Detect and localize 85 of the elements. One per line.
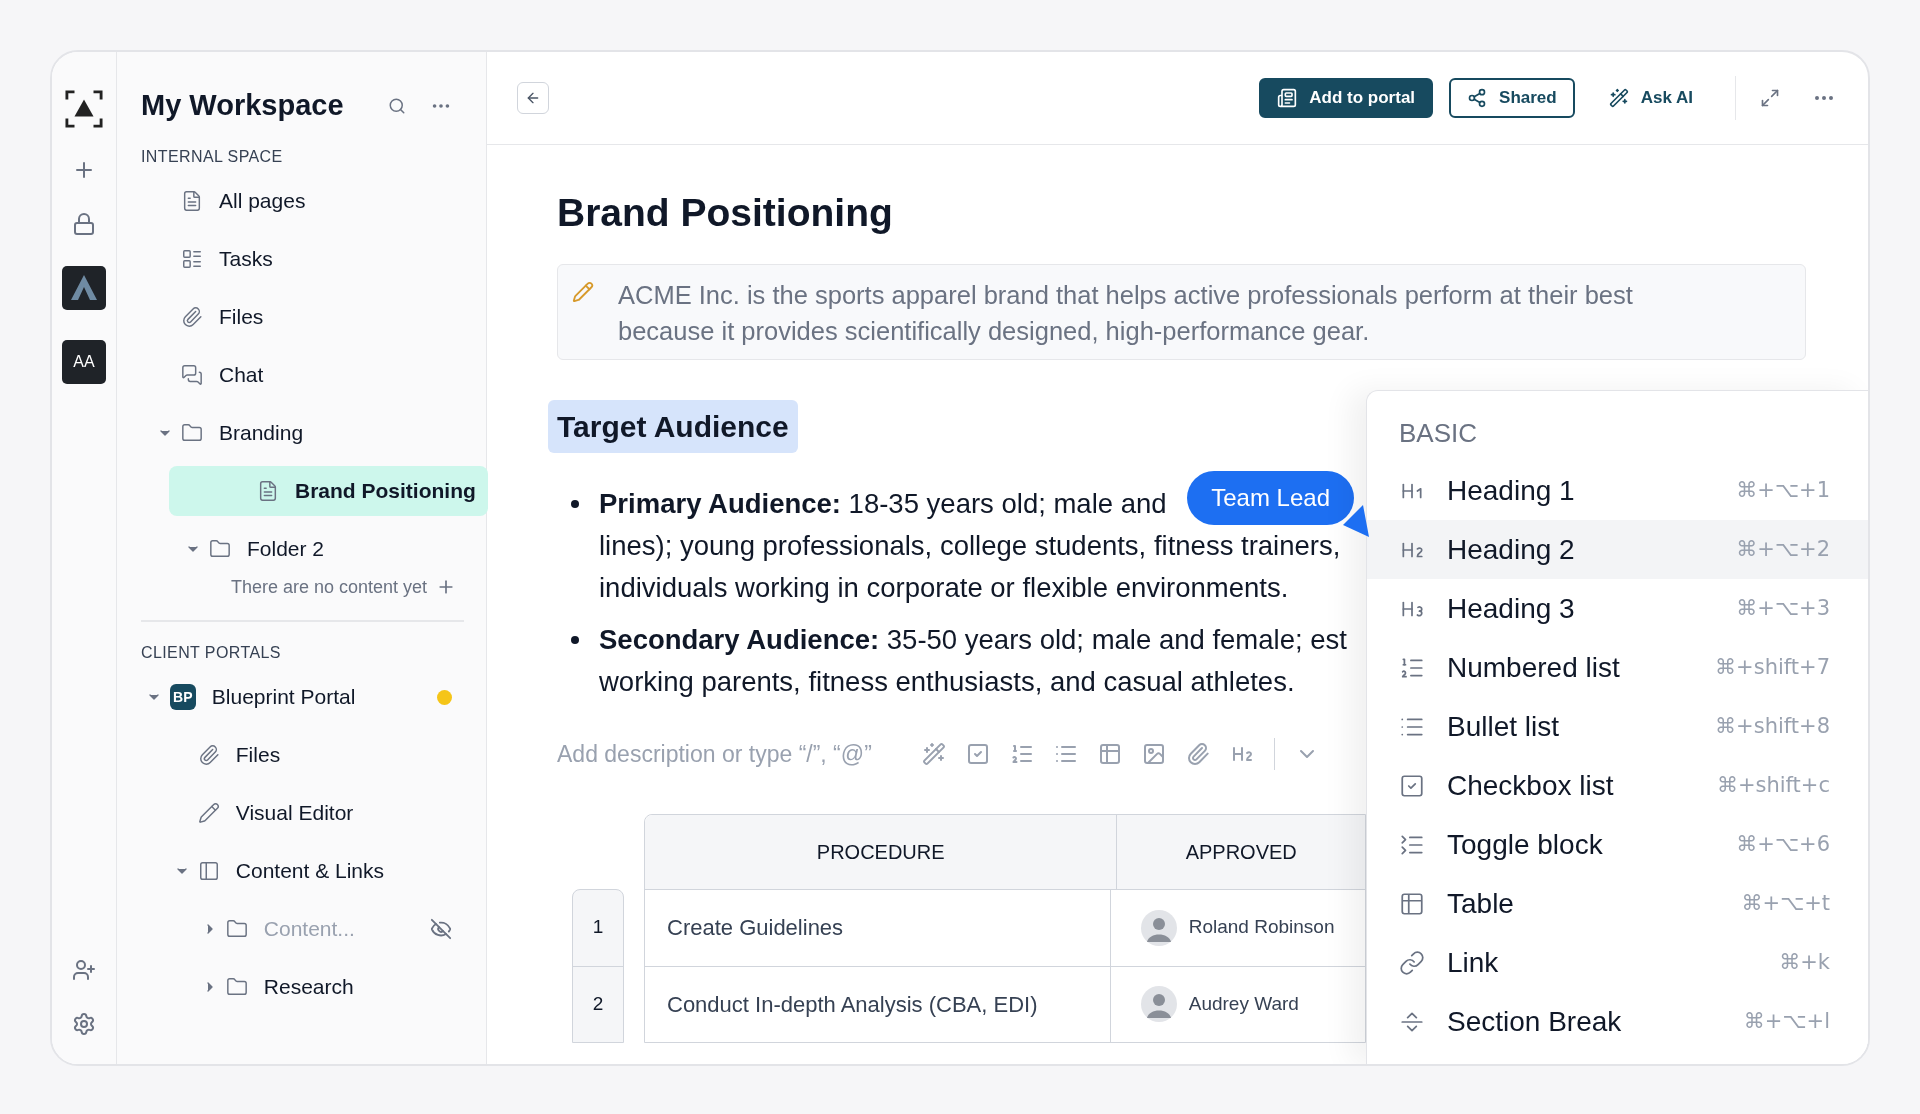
folder-icon	[209, 538, 231, 560]
callout-text: ACME Inc. is the sports apparel brand that helps active professionals perform at their best because it provides scientifically designed, high-performance gear.	[618, 280, 1634, 347]
empty-note: There are no content yet	[231, 575, 428, 599]
nav-item[interactable]: BP Blueprint Portal	[141, 672, 464, 722]
menu-item[interactable]: Checkbox list ⌘+shift+c	[1367, 756, 1868, 815]
menu-item[interactable]: Toggle block ⌘+⌥+6	[1367, 815, 1868, 874]
chat-icon	[181, 364, 203, 386]
magic-wand-icon[interactable]	[922, 742, 946, 767]
approver-name: Audrey Ward	[1188, 991, 1299, 1016]
nav-item[interactable]: Tasks	[153, 234, 464, 284]
workspace-title: My Workspace	[141, 88, 344, 124]
action-button[interactable]: Add to portal	[1259, 78, 1434, 118]
avatar-icon	[1140, 909, 1177, 946]
menu-item[interactable]: Heading 2 ⌘+⌥+2	[1367, 520, 1868, 579]
menu-item[interactable]: Link ⌘+k	[1367, 933, 1868, 992]
description-field[interactable]: Add description or type “/”, “@”	[557, 737, 902, 772]
nav-item[interactable]: All pages	[153, 176, 464, 226]
nav-item[interactable]: Visual Editor	[169, 788, 464, 838]
logo-icon[interactable]	[65, 90, 103, 128]
document-title: Brand Positioning	[557, 189, 894, 236]
tasks-icon	[181, 248, 203, 270]
attachment-icon[interactable]	[1186, 742, 1210, 767]
bullet-text: working parents, fitness enthusiasts, and casual athletes.	[599, 665, 1295, 699]
approver-name: Roland Robinson	[1188, 915, 1335, 940]
column-header: APPROVED	[1184, 839, 1298, 865]
nav-item[interactable]: Branding	[153, 408, 464, 458]
folder-icon	[225, 976, 248, 998]
nav-item[interactable]: Chat	[153, 350, 464, 400]
bullet-icon	[571, 636, 579, 644]
share-icon	[1467, 88, 1488, 108]
table-cell: Conduct In-depth Analysis (CBA, EDI)	[645, 966, 1111, 1042]
magic-wand-icon	[1608, 88, 1629, 108]
menu-item[interactable]: Section Break ⌘+⌥+l	[1367, 992, 1868, 1051]
bullet-text: Secondary Audience: 35-50 years old; male and female; est	[599, 623, 1347, 657]
menu-heading: BASIC	[1398, 416, 1479, 450]
section-heading: INTERNAL SPACE	[141, 147, 284, 167]
pencil-icon	[197, 802, 220, 824]
page-icon	[181, 190, 203, 212]
nav-item[interactable]: Content & Links	[169, 846, 464, 896]
app-icon[interactable]	[62, 266, 106, 310]
nav-item[interactable]: Folder 2	[181, 524, 464, 574]
bullet-text: individuals working in corporate or flexible environments.	[599, 571, 1289, 605]
row-number: 2	[573, 965, 623, 1042]
section-heading: CLIENT PORTALS	[141, 643, 282, 663]
menu-item[interactable]: Table ⌘+⌥+t	[1367, 874, 1868, 933]
files-icon	[197, 744, 220, 766]
avatar-icon	[1140, 986, 1177, 1022]
nav-item[interactable]: Files	[169, 730, 464, 780]
settings-icon[interactable]	[72, 1012, 96, 1036]
pencil-icon	[572, 281, 594, 303]
section-heading: Target Audience	[548, 400, 798, 453]
portal-badge: BP	[169, 684, 196, 710]
files-icon	[181, 306, 203, 328]
table-cell: Create Guidelines	[645, 889, 1111, 966]
search-icon[interactable]	[388, 97, 406, 115]
bullet-text: lines); young professionals, college students, fitness trainers,	[599, 529, 1341, 563]
table-icon[interactable]	[1098, 742, 1122, 767]
cursor-icon	[1341, 503, 1371, 539]
newspaper-icon	[1277, 88, 1298, 108]
menu-item[interactable]: Heading 3 ⌘+⌥+3	[1367, 579, 1868, 638]
menu-item[interactable]: Numbered list ⌘+shift+7	[1367, 638, 1868, 697]
table-icon	[1399, 890, 1425, 917]
cursor-label: Team Lead	[1187, 471, 1354, 525]
action-button[interactable]: Shared	[1449, 78, 1575, 118]
page-icon	[257, 480, 279, 502]
folder-icon	[225, 918, 248, 940]
bullet-icon	[571, 500, 579, 508]
image-icon[interactable]	[1142, 742, 1166, 767]
back-button[interactable]	[517, 82, 549, 114]
nav-item[interactable]: Brand Positioning	[169, 466, 488, 516]
checkbox-icon[interactable]	[966, 742, 990, 767]
menu-item[interactable]: Heading 1 ⌘+⌥+1	[1367, 461, 1868, 520]
menu-item[interactable]: Bullet list ⌘+shift+8	[1367, 697, 1868, 756]
user-avatar[interactable]: AA	[62, 340, 106, 384]
add-user-icon[interactable]	[72, 958, 96, 982]
nav-item[interactable]: Files	[153, 292, 464, 342]
bullet-text: Primary Audience: 18-35 years old; male and	[599, 487, 1167, 521]
nav-item[interactable]: Research	[197, 962, 464, 1012]
row-number: 1	[591, 915, 605, 940]
link-icon	[1399, 949, 1425, 976]
expand-icon[interactable]	[1760, 88, 1780, 108]
lock-icon[interactable]	[72, 212, 96, 236]
column-header: PROCEDURE	[645, 814, 1118, 889]
folder-icon	[181, 422, 203, 444]
checkbox-icon	[1399, 772, 1425, 799]
